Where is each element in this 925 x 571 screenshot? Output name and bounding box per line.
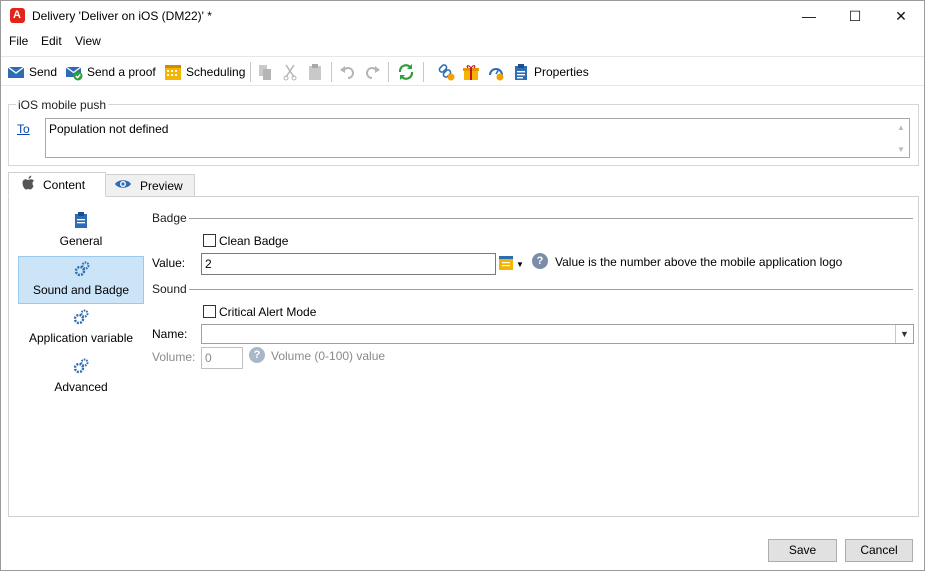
- menu-file[interactable]: File: [9, 34, 28, 48]
- scroll-down-icon[interactable]: ▼: [897, 145, 905, 154]
- tab-content-label: Content: [43, 177, 86, 192]
- gears-icon: [74, 261, 90, 277]
- gauge-icon[interactable]: [487, 62, 505, 82]
- properties-label: Properties: [534, 65, 589, 79]
- critical-alert-label: Critical Alert Mode: [219, 305, 317, 319]
- redo-icon[interactable]: [363, 62, 381, 82]
- badge-value-input[interactable]: [201, 253, 496, 275]
- gears-icon: [73, 358, 89, 374]
- volume-help-text: Volume (0-100) value: [271, 349, 386, 363]
- window-title: Delivery 'Deliver on iOS (DM22)' *: [32, 9, 212, 23]
- send-button[interactable]: Send: [7, 62, 57, 82]
- expression-editor-icon[interactable]: [499, 256, 513, 270]
- gears-icon: [73, 309, 89, 325]
- sidebar-item-advanced[interactable]: Advanced: [18, 354, 144, 402]
- send-label: Send: [29, 65, 58, 79]
- critical-alert-checkbox[interactable]: [203, 305, 216, 318]
- copy-icon[interactable]: [257, 62, 273, 82]
- calendar-icon: [164, 63, 182, 81]
- clipboard-icon: [73, 212, 89, 228]
- tab-preview-label: Preview: [140, 178, 183, 193]
- menu-view[interactable]: View: [75, 34, 101, 48]
- tab-preview[interactable]: Preview: [105, 174, 195, 197]
- scroll-up-icon[interactable]: ▲: [897, 123, 905, 132]
- to-link[interactable]: To: [17, 122, 30, 136]
- tab-content[interactable]: Content: [8, 172, 106, 197]
- to-scrollbar[interactable]: ▲ ▼: [893, 119, 909, 157]
- scheduling-button[interactable]: Scheduling: [164, 62, 245, 82]
- clipboard-icon: [512, 63, 530, 81]
- sound-section-title: Sound: [152, 282, 187, 296]
- sidebar-item-label: Application variable: [28, 331, 134, 345]
- volume-input[interactable]: [201, 347, 243, 369]
- minimize-button[interactable]: —: [786, 1, 832, 31]
- envelope-icon: [7, 63, 25, 81]
- chevron-down-icon[interactable]: ▼: [895, 325, 913, 343]
- to-textarea[interactable]: Population not defined ▲ ▼: [45, 118, 910, 158]
- volume-label: Volume:: [152, 350, 196, 364]
- send-proof-label: Send a proof: [87, 65, 156, 79]
- help-icon: ?: [249, 347, 265, 363]
- toolbar-separator: [331, 62, 332, 82]
- sound-divider: [189, 289, 913, 290]
- sidebar-item-label: General: [59, 234, 103, 248]
- sidebar-item-sound-and-badge[interactable]: Sound and Badge: [18, 256, 144, 304]
- envelope-check-icon: [65, 63, 83, 81]
- cancel-button[interactable]: Cancel: [845, 539, 913, 562]
- toolbar-separator: [250, 62, 251, 82]
- toolbar: Send Send a proof Scheduling Properties: [1, 56, 924, 86]
- link-icon[interactable]: [437, 62, 455, 82]
- adobe-app-icon: [10, 8, 25, 23]
- sidebar-item-label: Advanced: [54, 380, 108, 394]
- cut-icon[interactable]: [282, 62, 298, 82]
- apple-icon: [21, 175, 35, 194]
- value-label: Value:: [152, 256, 186, 270]
- chevron-down-icon[interactable]: ▼: [516, 260, 524, 269]
- delivery-window: Delivery 'Deliver on iOS (DM22)' * — ☐ ✕…: [0, 0, 925, 571]
- maximize-button[interactable]: ☐: [832, 1, 878, 31]
- badge-divider: [189, 218, 913, 219]
- header-group-title: iOS mobile push: [16, 98, 109, 112]
- menu-bar: File Edit View: [1, 31, 924, 51]
- refresh-icon[interactable]: [397, 62, 415, 82]
- toolbar-separator: [423, 62, 424, 82]
- badge-help-text: Value is the number above the mobile app…: [555, 255, 843, 269]
- toolbar-separator: [388, 62, 389, 82]
- sidebar-item-label: Sound and Badge: [32, 283, 130, 297]
- undo-icon[interactable]: [339, 62, 357, 82]
- send-proof-button[interactable]: Send a proof: [65, 62, 156, 82]
- clean-badge-checkbox[interactable]: [203, 234, 216, 247]
- content-panel: General Sound and Badge Application vari…: [8, 196, 919, 517]
- eye-icon: [114, 178, 132, 193]
- close-button[interactable]: ✕: [878, 1, 924, 31]
- save-button[interactable]: Save: [768, 539, 837, 562]
- help-icon: ?: [532, 253, 548, 269]
- clean-badge-label: Clean Badge: [219, 234, 289, 248]
- sidebar-item-application-variable[interactable]: Application variable: [18, 305, 144, 353]
- badge-section-title: Badge: [152, 211, 187, 225]
- menu-edit[interactable]: Edit: [41, 34, 62, 48]
- scheduling-label: Scheduling: [186, 65, 246, 79]
- gift-icon[interactable]: [462, 62, 480, 82]
- title-bar: Delivery 'Deliver on iOS (DM22)' * — ☐ ✕: [1, 1, 924, 31]
- to-value: Population not defined: [49, 122, 169, 136]
- paste-icon[interactable]: [307, 62, 323, 82]
- name-label: Name:: [152, 327, 188, 341]
- properties-button[interactable]: Properties: [512, 62, 589, 82]
- sound-name-select[interactable]: ▼: [201, 324, 914, 344]
- sidebar-item-general[interactable]: General: [18, 208, 144, 256]
